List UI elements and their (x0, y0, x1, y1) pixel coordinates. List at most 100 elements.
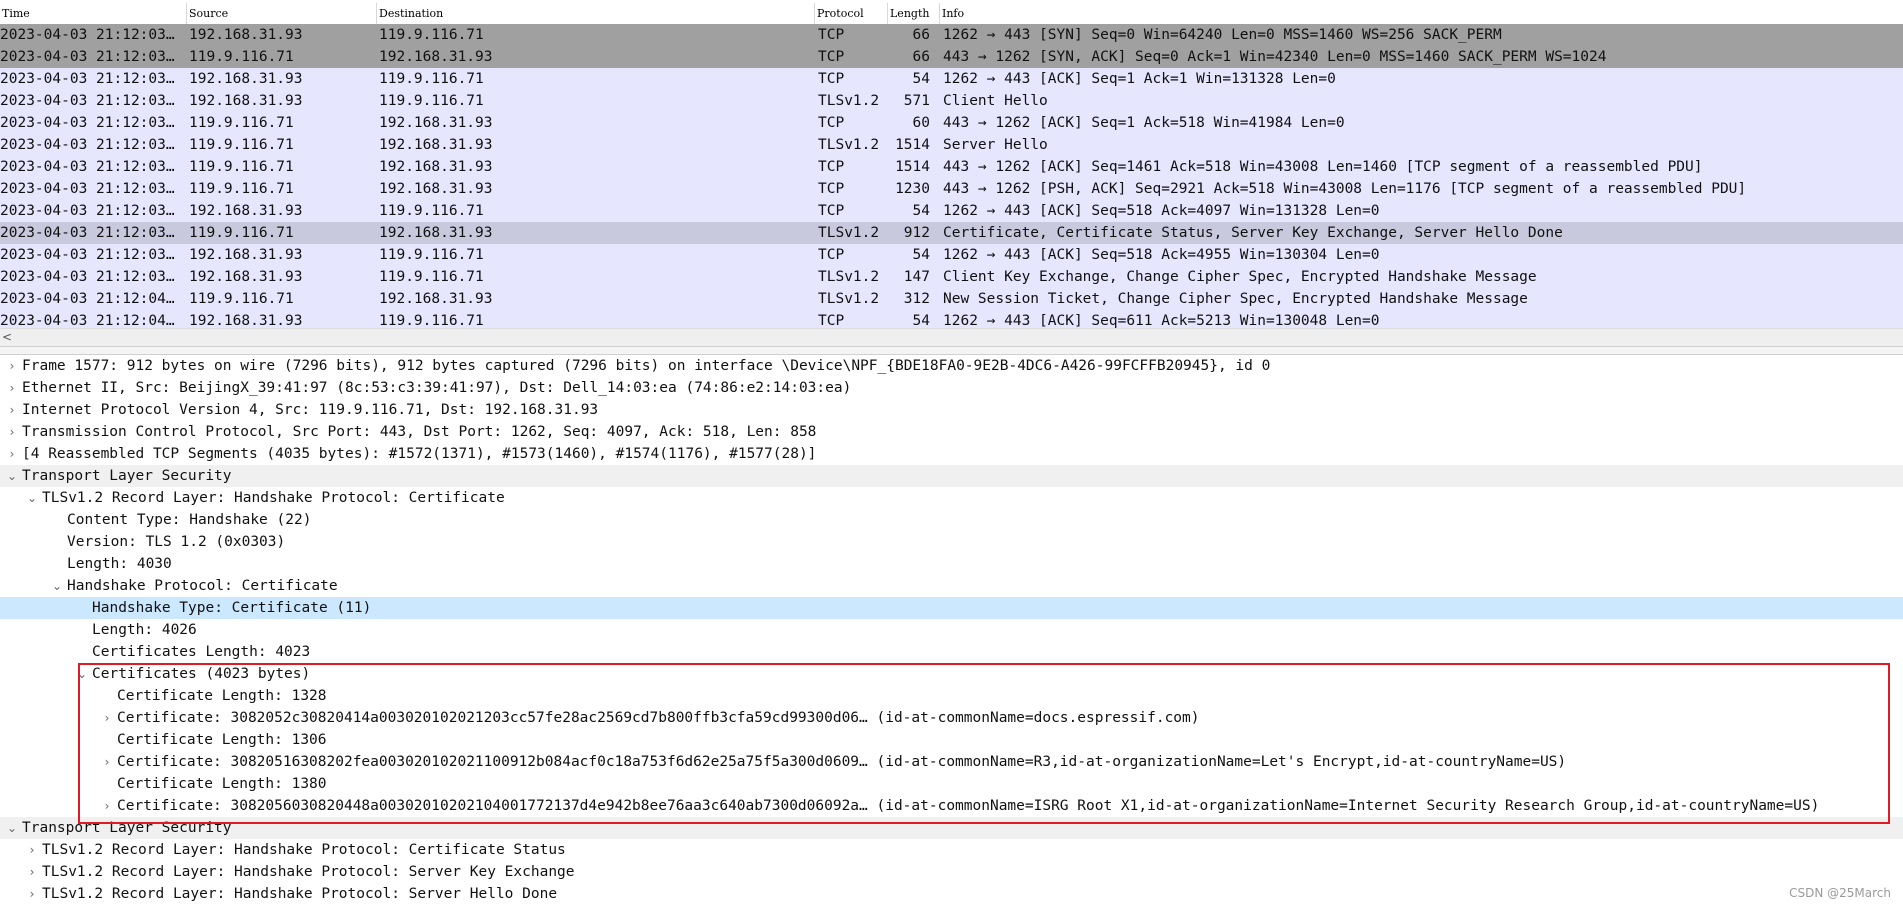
tree-node[interactable]: ⌄ Transport Layer Security (0, 817, 1903, 839)
packet-source: 192.168.31.93 (189, 27, 303, 43)
packet-row[interactable]: 2023-04-03 21:12:04… 192.168.31.93 119.9.1… (0, 310, 1903, 328)
packet-list-pane[interactable]: Time Source Destination Protocol Length … (0, 0, 1903, 328)
packet-row[interactable]: 2023-04-03 21:12:03… 192.168.31.93 119.9.1… (0, 200, 1903, 222)
packet-row[interactable]: 2023-04-03 21:12:03… 119.9.116.71 192.168.… (0, 156, 1903, 178)
chevron-right-icon[interactable]: › (4, 377, 20, 399)
column-header-info[interactable]: Info (940, 3, 1903, 24)
column-header-time[interactable]: Time (0, 3, 187, 24)
tree-node-label: Certificate Length: 1328 (117, 688, 327, 704)
chevron-down-icon[interactable]: ⌄ (4, 817, 20, 839)
packet-destination: 192.168.31.93 (379, 115, 493, 131)
packet-length: 147 (903, 269, 930, 285)
chevron-right-icon[interactable]: › (4, 355, 20, 377)
tree-node[interactable]: Length: 4026 (0, 619, 1903, 641)
column-header-destination[interactable]: Destination (377, 3, 815, 24)
packet-destination: 119.9.116.71 (379, 247, 484, 263)
tree-node[interactable]: › Internet Protocol Version 4, Src: 119.9… (0, 399, 1903, 421)
packet-details-pane[interactable]: › Frame 1577: 912 bytes on wire (7296 bit… (0, 355, 1903, 906)
tree-node[interactable]: Handshake Type: Certificate (11) (0, 597, 1903, 619)
tree-node[interactable]: › TLSv1.2 Record Layer: Handshake Protoco… (0, 883, 1903, 905)
tree-node[interactable]: Content Type: Handshake (22) (0, 509, 1903, 531)
chevron-down-icon[interactable]: ⌄ (74, 663, 90, 685)
chevron-right-icon[interactable]: › (99, 795, 115, 817)
tree-node[interactable]: Certificates Length: 4023 (0, 641, 1903, 663)
tree-node[interactable]: › Certificate: 3082052c30820414a003020102… (0, 707, 1903, 729)
chevron-down-icon[interactable]: ⌄ (49, 575, 65, 597)
packet-row[interactable]: 2023-04-03 21:12:03… 119.9.116.71 192.168.… (0, 134, 1903, 156)
packet-info: 1262 → 443 [ACK] Seq=518 Ack=4097 Win=13… (943, 203, 1380, 219)
tree-node[interactable]: › Certificate: 30820516308202fea003020102… (0, 751, 1903, 773)
tree-node[interactable]: Version: TLS 1.2 (0x0303) (0, 531, 1903, 553)
tree-node-label: Transmission Control Protocol, Src Port:… (22, 424, 817, 440)
packet-time: 2023-04-03 21:12:03… (0, 49, 175, 65)
packet-time: 2023-04-03 21:12:03… (0, 93, 175, 109)
tree-node-label: Certificates (4023 bytes) (92, 666, 311, 682)
tree-node[interactable]: › Transmission Control Protocol, Src Port… (0, 421, 1903, 443)
packet-protocol: TCP (818, 49, 845, 65)
packet-length: 60 (912, 115, 930, 131)
packet-row[interactable]: 2023-04-03 21:12:03… 119.9.116.71 192.168.… (0, 112, 1903, 134)
packet-info: Server Hello (943, 137, 1048, 153)
packet-info: Client Hello (943, 93, 1048, 109)
packet-time: 2023-04-03 21:12:04… (0, 291, 175, 307)
packet-length: 1230 (895, 181, 930, 197)
packet-protocol: TCP (818, 115, 845, 131)
column-header-source[interactable]: Source (187, 3, 377, 24)
chevron-right-icon[interactable]: › (24, 839, 40, 861)
packet-protocol: TCP (818, 181, 845, 197)
scroll-left-icon[interactable]: < (2, 329, 12, 346)
tree-node[interactable]: Length: 4030 (0, 553, 1903, 575)
tree-node[interactable]: › Ethernet II, Src: BeijingX_39:41:97 (8c… (0, 377, 1903, 399)
packet-row[interactable]: 2023-04-03 21:12:03… 192.168.31.93 119.9.1… (0, 90, 1903, 112)
chevron-right-icon[interactable]: › (99, 707, 115, 729)
packet-row[interactable]: 2023-04-03 21:12:04… 119.9.116.71 192.168.… (0, 288, 1903, 310)
tree-node[interactable]: › TLSv1.2 Record Layer: Handshake Protoco… (0, 861, 1903, 883)
chevron-right-icon[interactable]: › (24, 861, 40, 883)
packet-row[interactable]: 2023-04-03 21:12:03… 192.168.31.93 119.9.1… (0, 266, 1903, 288)
packet-length: 54 (912, 247, 930, 263)
tree-node[interactable]: ⌄ TLSv1.2 Record Layer: Handshake Protoco… (0, 487, 1903, 509)
chevron-down-icon[interactable]: ⌄ (4, 465, 20, 487)
packet-info: 1262 → 443 [ACK] Seq=611 Ack=5213 Win=13… (943, 313, 1380, 328)
chevron-right-icon[interactable]: › (4, 399, 20, 421)
tree-node[interactable]: ⌄ Handshake Protocol: Certificate (0, 575, 1903, 597)
tree-node[interactable]: › TLSv1.2 Record Layer: Handshake Protoco… (0, 839, 1903, 861)
packet-source: 192.168.31.93 (189, 71, 303, 87)
tree-node-label: [4 Reassembled TCP Segments (4035 bytes)… (22, 446, 817, 462)
tree-node[interactable]: › Certificate: 3082056030820448a003020102… (0, 795, 1903, 817)
packet-row[interactable]: 2023-04-03 21:12:03… 192.168.31.93 119.9.1… (0, 68, 1903, 90)
tree-node-label: TLSv1.2 Record Layer: Handshake Protocol… (42, 864, 575, 880)
packet-length: 312 (903, 291, 930, 307)
packet-info: 443 → 1262 [PSH, ACK] Seq=2921 Ack=518 W… (943, 181, 1747, 197)
column-header-length[interactable]: Length (888, 3, 940, 24)
packet-destination: 192.168.31.93 (379, 159, 493, 175)
tree-node-label: TLSv1.2 Record Layer: Handshake Protocol… (42, 842, 566, 858)
chevron-right-icon[interactable]: › (24, 883, 40, 905)
packet-row[interactable]: 2023-04-03 21:12:03… 192.168.31.93 119.9.1… (0, 24, 1903, 46)
packet-info: 443 → 1262 [ACK] Seq=1461 Ack=518 Win=43… (943, 159, 1703, 175)
chevron-down-icon[interactable]: ⌄ (24, 487, 40, 509)
tree-node-label: Certificate: 3082056030820448a0030201020… (117, 798, 1820, 814)
packet-row[interactable]: 2023-04-03 21:12:03… 119.9.116.71 192.168.… (0, 46, 1903, 68)
tree-node[interactable]: › [4 Reassembled TCP Segments (4035 bytes… (0, 443, 1903, 465)
tree-node[interactable]: Certificate Length: 1328 (0, 685, 1903, 707)
tree-node-label: Certificates Length: 4023 (92, 644, 311, 660)
tree-node[interactable]: ⌄ Transport Layer Security (0, 465, 1903, 487)
packet-protocol: TCP (818, 203, 845, 219)
packet-destination: 192.168.31.93 (379, 225, 493, 241)
packet-row[interactable]: 2023-04-03 21:12:03… 119.9.116.71 192.168.… (0, 178, 1903, 200)
packet-time: 2023-04-03 21:12:03… (0, 247, 175, 263)
horizontal-scrollbar[interactable]: < (0, 328, 1903, 346)
chevron-right-icon[interactable]: › (99, 751, 115, 773)
pane-splitter[interactable] (0, 346, 1903, 355)
packet-row[interactable]: 2023-04-03 21:12:03… 119.9.116.71 192.168.… (0, 222, 1903, 244)
tree-node[interactable]: › Frame 1577: 912 bytes on wire (7296 bit… (0, 355, 1903, 377)
chevron-right-icon[interactable]: › (4, 421, 20, 443)
packet-row[interactable]: 2023-04-03 21:12:03… 192.168.31.93 119.9.1… (0, 244, 1903, 266)
tree-node[interactable]: Certificate Length: 1306 (0, 729, 1903, 751)
column-header-protocol[interactable]: Protocol (815, 3, 888, 24)
chevron-right-icon[interactable]: › (4, 443, 20, 465)
tree-node[interactable]: ⌄ Certificates (4023 bytes) (0, 663, 1903, 685)
tree-node[interactable]: Certificate Length: 1380 (0, 773, 1903, 795)
tree-node-label: Version: TLS 1.2 (0x0303) (67, 534, 286, 550)
